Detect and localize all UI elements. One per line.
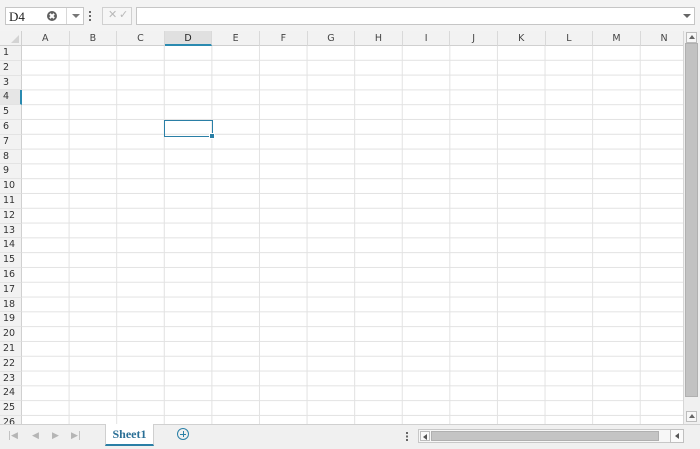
row-header-7[interactable]: 7 bbox=[0, 134, 22, 150]
row-header-8[interactable]: 8 bbox=[0, 149, 22, 165]
vertical-scrollbar[interactable] bbox=[683, 31, 700, 424]
checkmark-icon[interactable]: ✓ bbox=[119, 8, 128, 21]
column-header-k[interactable]: K bbox=[498, 31, 546, 46]
column-header-h[interactable]: H bbox=[355, 31, 403, 46]
chevron-down-icon[interactable] bbox=[66, 8, 84, 24]
row-header-23[interactable]: 23 bbox=[0, 371, 22, 387]
last-sheet-icon[interactable]: ▶| bbox=[71, 431, 81, 441]
row-header-14[interactable]: 14 bbox=[0, 238, 22, 254]
sheet-tab-bar: |◀ ◀ ▶ ▶| Sheet1 bbox=[0, 424, 700, 449]
next-sheet-icon[interactable]: ▶ bbox=[52, 431, 59, 441]
formula-bar: D4 ✕ ✓ bbox=[0, 0, 700, 32]
row-header-26[interactable]: 26 bbox=[0, 416, 22, 424]
column-header-e[interactable]: E bbox=[212, 31, 260, 46]
scroll-up-icon[interactable] bbox=[686, 32, 697, 43]
cell-area[interactable] bbox=[22, 46, 683, 424]
column-header-a[interactable]: A bbox=[22, 31, 70, 46]
horizontal-scrollbar[interactable] bbox=[418, 429, 684, 443]
column-header-i[interactable]: I bbox=[402, 31, 451, 46]
row-header-18[interactable]: 18 bbox=[0, 297, 22, 313]
row-header-25[interactable]: 25 bbox=[0, 401, 22, 416]
row-header-22[interactable]: 22 bbox=[0, 356, 22, 372]
scroll-left-end-icon[interactable] bbox=[670, 429, 684, 443]
row-header-1[interactable]: 1 bbox=[0, 46, 22, 61]
column-header-g[interactable]: G bbox=[307, 31, 356, 46]
row-header-21[interactable]: 21 bbox=[0, 342, 22, 357]
column-header-b[interactable]: B bbox=[69, 31, 118, 46]
row-header-15[interactable]: 15 bbox=[0, 253, 22, 268]
row-header-10[interactable]: 10 bbox=[0, 179, 22, 194]
scroll-left-icon[interactable] bbox=[420, 431, 430, 441]
select-all-corner[interactable] bbox=[0, 31, 22, 46]
column-header-n[interactable]: N bbox=[640, 31, 683, 46]
row-header-4[interactable]: 4 bbox=[0, 90, 22, 106]
row-header-5[interactable]: 5 bbox=[0, 105, 22, 120]
row-header-16[interactable]: 16 bbox=[0, 268, 22, 283]
first-sheet-icon[interactable]: |◀ bbox=[8, 431, 18, 441]
active-cell-d4[interactable] bbox=[164, 120, 215, 139]
row-header-24[interactable]: 24 bbox=[0, 386, 22, 402]
row-header-20[interactable]: 20 bbox=[0, 327, 22, 342]
worksheet-grid[interactable]: ABCDEFGHIJKLMN 1 2 3 4 5 6 7 8 9 10 11 12 13 14 15 16 17… bbox=[0, 31, 683, 424]
row-header-13[interactable]: 13 bbox=[0, 223, 22, 239]
clear-icon[interactable] bbox=[47, 11, 57, 21]
row-header-3[interactable]: 3 bbox=[0, 75, 22, 91]
horizontal-scroll-thumb[interactable] bbox=[431, 431, 659, 441]
row-header-17[interactable]: 17 bbox=[0, 282, 22, 298]
formula-actions: ✕ ✓ bbox=[102, 7, 132, 25]
row-header-9[interactable]: 9 bbox=[0, 164, 22, 180]
more-options-icon[interactable] bbox=[89, 11, 91, 21]
name-box[interactable]: D4 bbox=[5, 7, 84, 25]
plus-circle-icon[interactable] bbox=[177, 428, 189, 440]
expand-formula-icon[interactable] bbox=[680, 8, 694, 24]
cancel-icon[interactable]: ✕ bbox=[108, 8, 117, 21]
column-header-l[interactable]: L bbox=[545, 31, 594, 46]
tab-split-handle[interactable] bbox=[406, 432, 408, 441]
tab-sheet1[interactable]: Sheet1 bbox=[105, 424, 154, 446]
formula-input[interactable] bbox=[136, 7, 695, 25]
fill-handle[interactable] bbox=[209, 133, 215, 139]
scroll-up-icon[interactable] bbox=[686, 411, 697, 422]
row-header-12[interactable]: 12 bbox=[0, 208, 22, 224]
name-box-value[interactable]: D4 bbox=[9, 9, 25, 25]
column-header-f[interactable]: F bbox=[260, 31, 308, 46]
column-header-d[interactable]: D bbox=[164, 31, 213, 46]
column-header-c[interactable]: C bbox=[117, 31, 165, 46]
vertical-scroll-thumb[interactable] bbox=[685, 43, 698, 397]
row-header-19[interactable]: 19 bbox=[0, 312, 22, 328]
row-header-2[interactable]: 2 bbox=[0, 60, 22, 76]
column-header-j[interactable]: J bbox=[450, 31, 498, 46]
row-header-11[interactable]: 11 bbox=[0, 194, 22, 209]
previous-sheet-icon[interactable]: ◀ bbox=[32, 431, 39, 441]
row-header-6[interactable]: 6 bbox=[0, 120, 22, 135]
column-header-m[interactable]: M bbox=[593, 31, 641, 46]
